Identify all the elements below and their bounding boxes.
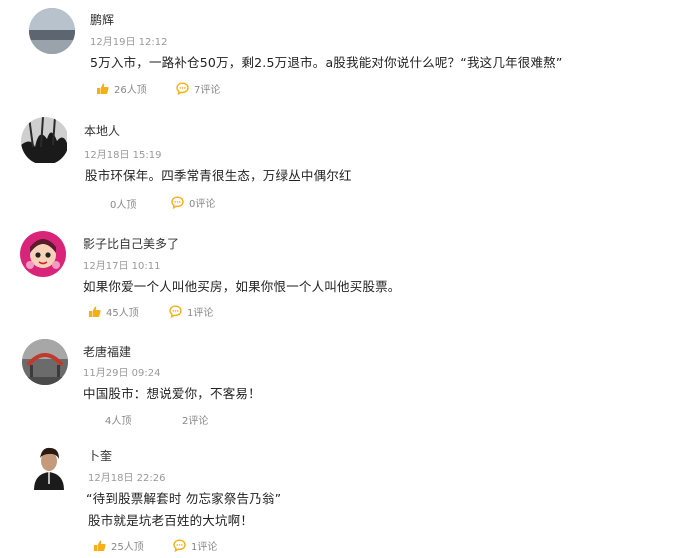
- thumbs-up-icon: [96, 82, 109, 95]
- comment-text: 5万入市，一路补仓50万，剩2.5万退市。a股我能对你说什么呢？“我这几年很难熬…: [90, 55, 563, 70]
- comment-text: 如果你爱一个人叫他买房，如果你恨一个人叫他买股票。: [83, 279, 401, 294]
- username[interactable]: 本地人: [84, 122, 120, 139]
- username[interactable]: 影子比自己美多了: [83, 235, 179, 252]
- reply-count: 7评论: [194, 85, 221, 96]
- comment-bubble-icon: [169, 305, 182, 318]
- like-count: 0人顶: [110, 200, 137, 211]
- reply-count: 2评论: [182, 416, 209, 427]
- reply-button[interactable]: 1评论: [173, 538, 217, 553]
- comment-bubble-icon: [176, 82, 189, 95]
- reply-count: 1评论: [191, 542, 218, 553]
- reply-button[interactable]: 2评论: [182, 412, 208, 427]
- comment-bubble-icon: [173, 539, 186, 552]
- timestamp: 12月19日 12:12: [90, 37, 168, 48]
- reply-count: 0评论: [189, 199, 216, 210]
- avatar[interactable]: [26, 444, 72, 490]
- avatar[interactable]: [22, 339, 68, 385]
- username[interactable]: 老唐福建: [83, 343, 131, 360]
- comment-text: 中国股市：想说爱你，不客易！: [83, 386, 261, 401]
- like-button[interactable]: 0人顶: [110, 196, 136, 211]
- like-count: 26人顶: [114, 85, 147, 96]
- reply-button[interactable]: 1评论: [169, 304, 213, 319]
- like-button[interactable]: 45人顶: [88, 304, 139, 319]
- avatar[interactable]: [21, 117, 69, 165]
- comment-text: 股市环保年。四季常青很生态，万绿丛中偶尔红: [85, 168, 352, 183]
- username[interactable]: 卜奎: [88, 447, 112, 464]
- like-count: 4人顶: [105, 416, 132, 427]
- like-button[interactable]: 26人顶: [96, 81, 147, 96]
- reply-count: 1评论: [187, 308, 214, 319]
- comment-text: “待到股票解套时 勿忘家祭告乃翁”: [86, 491, 282, 506]
- like-count: 25人顶: [111, 542, 144, 553]
- avatar[interactable]: [20, 231, 66, 277]
- thumbs-up-icon: [93, 539, 106, 552]
- timestamp: 11月29日 09:24: [83, 368, 161, 379]
- timestamp: 12月18日 15:19: [84, 150, 162, 161]
- like-count: 45人顶: [106, 308, 139, 319]
- comment-text: 股市就是坑老百姓的大坑啊！: [88, 513, 254, 528]
- like-button[interactable]: 4人顶: [105, 412, 131, 427]
- reply-button[interactable]: 0评论: [171, 195, 215, 210]
- reply-button[interactable]: 7评论: [176, 81, 220, 96]
- timestamp: 12月17日 10:11: [83, 261, 161, 272]
- avatar[interactable]: [29, 8, 75, 54]
- timestamp: 12月18日 22:26: [88, 473, 166, 484]
- like-button[interactable]: 25人顶: [93, 538, 144, 553]
- comment-bubble-icon: [171, 196, 184, 209]
- thumbs-up-icon: [88, 305, 101, 318]
- username[interactable]: 鹏辉: [90, 11, 114, 28]
